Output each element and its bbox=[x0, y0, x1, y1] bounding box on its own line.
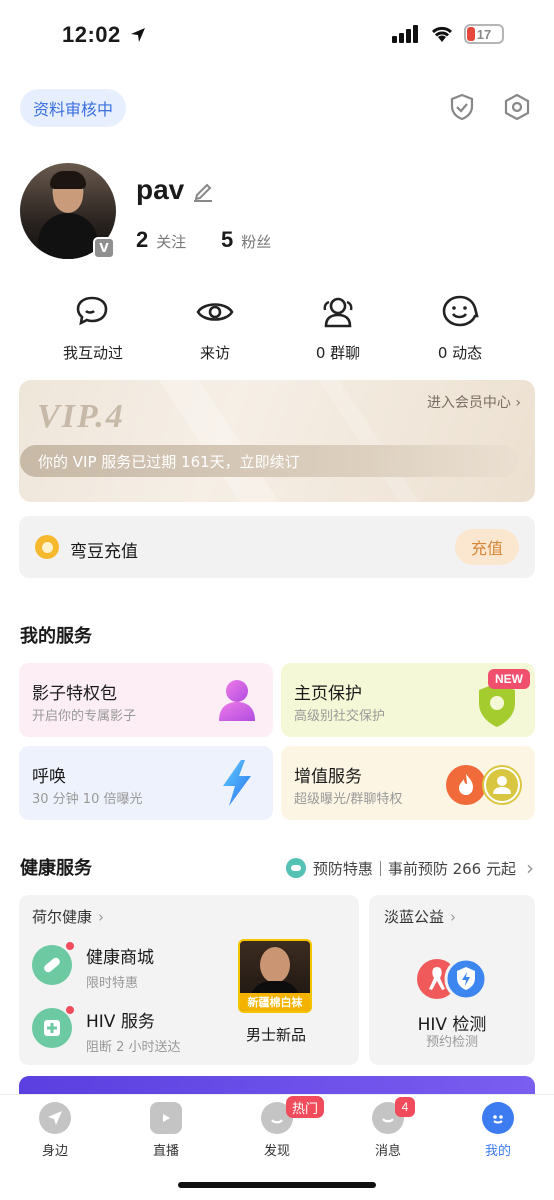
location-arrow-icon bbox=[131, 28, 146, 42]
model-head bbox=[260, 947, 290, 983]
hiv-ribbon-shield-icon bbox=[417, 958, 488, 1000]
followers-stat[interactable]: 5 粉丝 bbox=[221, 227, 271, 253]
chevron-right-icon: › bbox=[526, 856, 534, 880]
chevron-right-icon: › bbox=[515, 395, 521, 411]
status-time: 12:02 bbox=[62, 22, 147, 48]
quick-visitors[interactable]: 来访 bbox=[155, 292, 275, 363]
quick-group-chat[interactable]: 0 群聊 bbox=[278, 292, 398, 363]
service-shadow-pack[interactable]: 影子特权包 开启你的专属影子 bbox=[19, 663, 273, 737]
username: pav bbox=[136, 174, 185, 205]
services-section-title: 我的服务 bbox=[20, 626, 92, 647]
recharge-button[interactable]: 充值 bbox=[455, 529, 519, 565]
followers-label: 粉丝 bbox=[241, 233, 272, 251]
danlan-charity-title[interactable]: 淡蓝公益 › bbox=[384, 906, 456, 927]
product-image[interactable]: 新疆棉白袜 bbox=[238, 939, 312, 1013]
quick-interacted[interactable]: 我互动过 bbox=[33, 292, 153, 363]
hiv-service-item[interactable]: HIV 服务 阻断 2 小时送达 bbox=[86, 1007, 181, 1055]
product-tag: 新疆棉白袜 bbox=[240, 993, 310, 1011]
wifi-icon bbox=[431, 26, 453, 42]
unread-count-badge: 4 bbox=[395, 1097, 415, 1117]
tab-live[interactable]: 直播 bbox=[111, 1100, 221, 1159]
home-indicator bbox=[178, 1182, 376, 1188]
service-value-added[interactable]: 增值服务 超级曝光/群聊特权 bbox=[281, 746, 535, 820]
group-privilege-icon bbox=[482, 765, 522, 805]
review-status-badge[interactable]: 资料审核中 bbox=[20, 89, 127, 127]
cellular-signal-icon bbox=[392, 25, 418, 43]
status-indicators: 17 bbox=[392, 24, 504, 44]
vip-expired-message[interactable]: 你的 VIP 服务已过期 161天，立即续订 bbox=[20, 445, 518, 477]
prevention-icon bbox=[285, 858, 306, 878]
health-promo-link[interactable]: 预防特惠｜事前预防 266 元起 › bbox=[285, 856, 534, 880]
medical-person-icon bbox=[32, 1008, 72, 1048]
tab-nearby[interactable]: 身边 bbox=[0, 1100, 110, 1159]
service-summon[interactable]: 呼唤 30 分钟 10 倍曝光 bbox=[19, 746, 273, 820]
following-stat[interactable]: 2 关注 bbox=[136, 227, 186, 253]
lightning-icon bbox=[223, 760, 251, 806]
verified-badge: V bbox=[93, 237, 115, 259]
health-section-title: 健康服务 bbox=[20, 858, 92, 879]
coin-recharge-label: 弯豆充值 bbox=[70, 542, 138, 562]
group-icon bbox=[319, 292, 357, 332]
notification-dot bbox=[66, 942, 74, 950]
chevron-right-icon: › bbox=[98, 907, 105, 926]
vip-card[interactable]: VIP.4 进入会员中心 › bbox=[19, 380, 535, 502]
quick-moments[interactable]: 0 动态 bbox=[400, 292, 520, 363]
shadow-person-icon bbox=[219, 680, 255, 721]
health-mall-item[interactable]: 健康商城 限时特惠 bbox=[86, 943, 154, 991]
hoer-health-title[interactable]: 荷尔健康 › bbox=[32, 906, 104, 927]
smile-face-icon bbox=[440, 292, 480, 332]
product-label[interactable]: 男士新品 bbox=[238, 1024, 314, 1045]
coin-icon bbox=[35, 535, 59, 559]
me-face-icon bbox=[482, 1102, 514, 1134]
hiv-test-subtitle: 预约检测 bbox=[425, 1035, 478, 1050]
video-camera-icon bbox=[150, 1102, 182, 1134]
settings-hexagon-icon[interactable] bbox=[501, 91, 533, 123]
followers-count: 5 bbox=[221, 227, 234, 252]
following-label: 关注 bbox=[156, 233, 187, 251]
following-count: 2 bbox=[136, 227, 149, 252]
edit-pencil-icon[interactable] bbox=[192, 179, 214, 207]
notification-dot bbox=[66, 1006, 74, 1014]
hot-badge: 热门 bbox=[286, 1096, 325, 1118]
tab-messages[interactable]: 消息 bbox=[333, 1100, 443, 1159]
paper-plane-icon bbox=[39, 1102, 71, 1134]
vip-level-title: VIP.4 bbox=[37, 398, 125, 435]
tab-me[interactable]: 我的 bbox=[443, 1100, 553, 1159]
chevron-right-icon: › bbox=[450, 907, 457, 926]
pill-icon bbox=[32, 945, 72, 985]
battery-icon: 17 bbox=[464, 24, 504, 44]
eye-icon bbox=[195, 292, 235, 332]
new-badge: NEW bbox=[488, 669, 530, 689]
vip-center-link[interactable]: 进入会员中心 › bbox=[427, 392, 521, 412]
shield-check-icon[interactable] bbox=[446, 91, 478, 123]
chat-bubbles-icon bbox=[74, 292, 112, 332]
